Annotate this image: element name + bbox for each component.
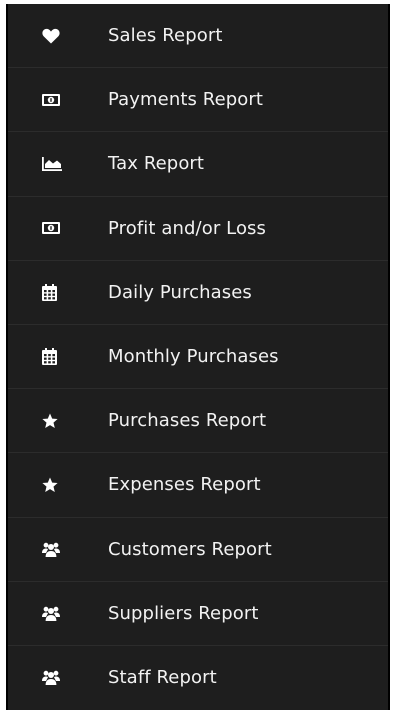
menu-item-staff-report[interactable]: Staff Report — [8, 646, 388, 710]
menu-item-daily-purchases[interactable]: Daily Purchases — [8, 261, 388, 325]
menu-item-label: Daily Purchases — [108, 281, 252, 303]
calendar-icon — [8, 283, 108, 301]
menu-item-label: Suppliers Report — [108, 602, 259, 624]
menu-item-payments-report[interactable]: Payments Report — [8, 68, 388, 133]
report-menu: Sales Report Payments Report Tax Report … — [6, 4, 390, 710]
menu-item-sales-report[interactable]: Sales Report — [8, 4, 388, 69]
menu-item-label: Expenses Report — [108, 474, 261, 496]
menu-item-customers-report[interactable]: Customers Report — [8, 518, 388, 582]
menu-item-label: Sales Report — [108, 25, 223, 47]
star-icon — [8, 413, 108, 429]
calendar-icon — [8, 348, 108, 366]
money-icon — [8, 222, 108, 235]
menu-item-purchases-report[interactable]: Purchases Report — [8, 389, 388, 454]
menu-item-label: Monthly Purchases — [108, 346, 279, 368]
menu-item-label: Purchases Report — [108, 410, 267, 432]
menu-item-monthly-purchases[interactable]: Monthly Purchases — [8, 325, 388, 390]
users-icon — [8, 670, 108, 686]
menu-item-profit-loss[interactable]: Profit and/or Loss — [8, 197, 388, 261]
menu-item-suppliers-report[interactable]: Suppliers Report — [8, 582, 388, 646]
area-chart-icon — [8, 156, 108, 171]
menu-item-label: Staff Report — [108, 667, 217, 689]
menu-item-label: Profit and/or Loss — [108, 217, 267, 239]
menu-item-expenses-report[interactable]: Expenses Report — [8, 453, 388, 518]
money-icon — [8, 93, 108, 106]
menu-item-label: Tax Report — [108, 153, 205, 175]
users-icon — [8, 542, 108, 557]
menu-item-label: Customers Report — [108, 538, 272, 560]
heart-icon — [8, 28, 108, 44]
menu-item-label: Payments Report — [108, 89, 264, 111]
users-icon — [8, 606, 108, 621]
menu-item-tax-report[interactable]: Tax Report — [8, 132, 388, 197]
star-icon — [8, 477, 108, 493]
